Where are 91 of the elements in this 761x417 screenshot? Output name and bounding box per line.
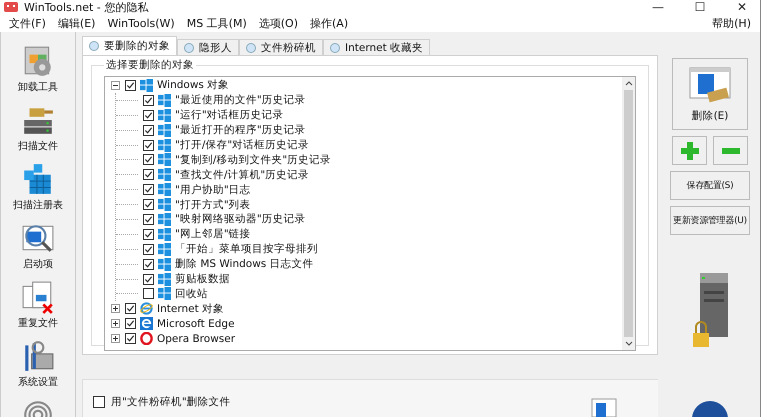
windows-logo-icon <box>158 124 171 137</box>
tree-item-label[interactable]: 回收站 <box>175 286 208 301</box>
checkbox[interactable] <box>143 169 154 180</box>
sidebar-item[interactable]: 重复文件 <box>18 280 58 330</box>
tree-item-label[interactable]: "复制到/移动到文件夹"历史记录 <box>175 152 332 167</box>
tree-item-label[interactable]: "用户协助"日志 <box>175 182 251 197</box>
tab[interactable]: 文件粉碎机 <box>239 39 323 55</box>
scrollbar[interactable] <box>622 77 635 350</box>
tree-item-label[interactable]: Microsoft Edge <box>157 318 235 330</box>
tree-item-label[interactable]: "打开/保存"对话框历史记录 <box>175 138 310 152</box>
opera-o-icon <box>140 332 153 346</box>
expand-icon[interactable] <box>111 319 120 328</box>
expand-icon[interactable] <box>111 304 120 314</box>
sidebar-item[interactable]: 系统设置 <box>18 339 58 389</box>
sidebar-item[interactable]: 扫描文件 <box>18 103 58 153</box>
tree-item-label[interactable]: "查找文件/计算机"历史记录 <box>175 168 310 182</box>
checkbox[interactable] <box>143 110 154 121</box>
windows-logo-icon <box>158 183 171 196</box>
scroll-down-icon[interactable] <box>624 341 632 346</box>
windows-logo-icon <box>158 258 171 271</box>
windows-logo-icon <box>158 94 171 107</box>
refresh-explorer-button[interactable]: 更新资源管理器(U) <box>670 206 750 235</box>
collapse-icon[interactable] <box>111 80 120 90</box>
sidebar-item[interactable]: 卸载工具 <box>18 44 58 94</box>
menu-item[interactable]: MS 工具(M) <box>182 16 252 30</box>
checkbox[interactable] <box>143 94 154 106</box>
menu-item[interactable]: WinTools(W) <box>102 16 180 30</box>
save-config-button[interactable]: 保存配置(S) <box>670 171 750 200</box>
sidebar-item[interactable]: 扫描注册表 <box>13 162 63 212</box>
menu-item[interactable]: 选项(O) <box>254 16 303 30</box>
checkbox[interactable] <box>143 258 154 270</box>
checkbox[interactable] <box>143 154 154 166</box>
scroll-up-icon[interactable] <box>624 81 632 86</box>
checkbox[interactable] <box>143 199 154 210</box>
tree-item-label[interactable]: 剪贴板数据 <box>175 272 230 286</box>
checkbox[interactable] <box>125 80 136 91</box>
menu-item[interactable]: 文件(F) <box>4 16 51 30</box>
windows-logo-icon <box>158 138 171 152</box>
plus-icon <box>680 140 700 160</box>
windows-logo-icon <box>158 108 171 122</box>
tab[interactable]: Internet 收藏夹 <box>323 39 430 55</box>
checkbox[interactable] <box>125 318 136 330</box>
close-button[interactable]: ✕ <box>724 0 760 14</box>
checkbox[interactable] <box>143 228 154 240</box>
menu-item[interactable]: 操作(A) <box>305 16 354 30</box>
tree-item-label[interactable]: 删除 MS Windows 日志文件 <box>175 257 314 272</box>
tree-item-label[interactable]: "运行"对话框历史记录 <box>175 108 284 122</box>
windows-logo-icon <box>158 212 171 226</box>
windows-logo-icon <box>140 78 153 92</box>
globe-e-icon <box>140 302 153 316</box>
tab[interactable]: 隐形人 <box>177 39 239 55</box>
menu-item[interactable]: 帮助(H) <box>707 16 756 30</box>
checkbox[interactable] <box>143 184 154 196</box>
documents-x-icon <box>21 280 55 314</box>
checkbox[interactable] <box>143 244 154 255</box>
tab[interactable]: 要删除的对象 <box>82 36 177 55</box>
minus-icon <box>722 148 740 154</box>
tree-item-label[interactable]: "映射网络驱动器"历史记录 <box>175 212 306 226</box>
tree-item-label[interactable]: "打开方式"列表 <box>175 198 251 212</box>
windows-logo-icon <box>158 228 171 241</box>
windows-logo-icon <box>158 242 171 256</box>
sidebar-item[interactable]: 启动项 <box>21 221 55 271</box>
tree-item-label[interactable]: Internet 对象 <box>157 302 224 316</box>
tree-item-label[interactable]: "最近打开的程序"历史记录 <box>175 123 306 138</box>
windows-logo-icon <box>158 287 171 300</box>
checkbox[interactable] <box>143 288 154 300</box>
checkbox[interactable] <box>143 214 154 225</box>
checkbox[interactable] <box>125 303 136 314</box>
group-title: 选择要删除的对象 <box>105 58 195 72</box>
checkbox[interactable] <box>93 396 105 408</box>
checkbox[interactable] <box>143 140 154 150</box>
checkbox[interactable] <box>143 124 154 136</box>
tree-item-label[interactable]: "网上邻居"链接 <box>175 227 251 242</box>
menu-item[interactable]: 编辑(E) <box>52 16 100 30</box>
checkbox[interactable] <box>143 274 154 285</box>
tree-item-label[interactable]: Opera Browser <box>157 332 236 345</box>
edge-e-icon <box>140 317 153 330</box>
tree-item-label[interactable]: 「开始」菜单项目按字母排列 <box>175 242 318 256</box>
option-label: 用"文件粉碎机"删除文件 <box>111 395 231 409</box>
checkbox[interactable] <box>125 333 136 344</box>
expand-icon[interactable] <box>111 334 120 344</box>
minimize-button[interactable]: — <box>640 0 676 14</box>
delete-button[interactable]: 删除(E) <box>672 58 748 130</box>
windows-logo-icon <box>158 198 171 212</box>
windows-logo-icon <box>158 168 171 182</box>
window-title: WinTools.net - 您的隐私 <box>24 0 148 14</box>
windows-logo-icon <box>158 153 171 166</box>
maximize-button[interactable]: ☐ <box>682 0 718 14</box>
tree-item-label[interactable]: Windows 对象 <box>157 78 230 92</box>
tree-item-label[interactable]: "最近使用的文件"历史记录 <box>175 93 306 108</box>
windows-logo-icon <box>158 272 171 286</box>
